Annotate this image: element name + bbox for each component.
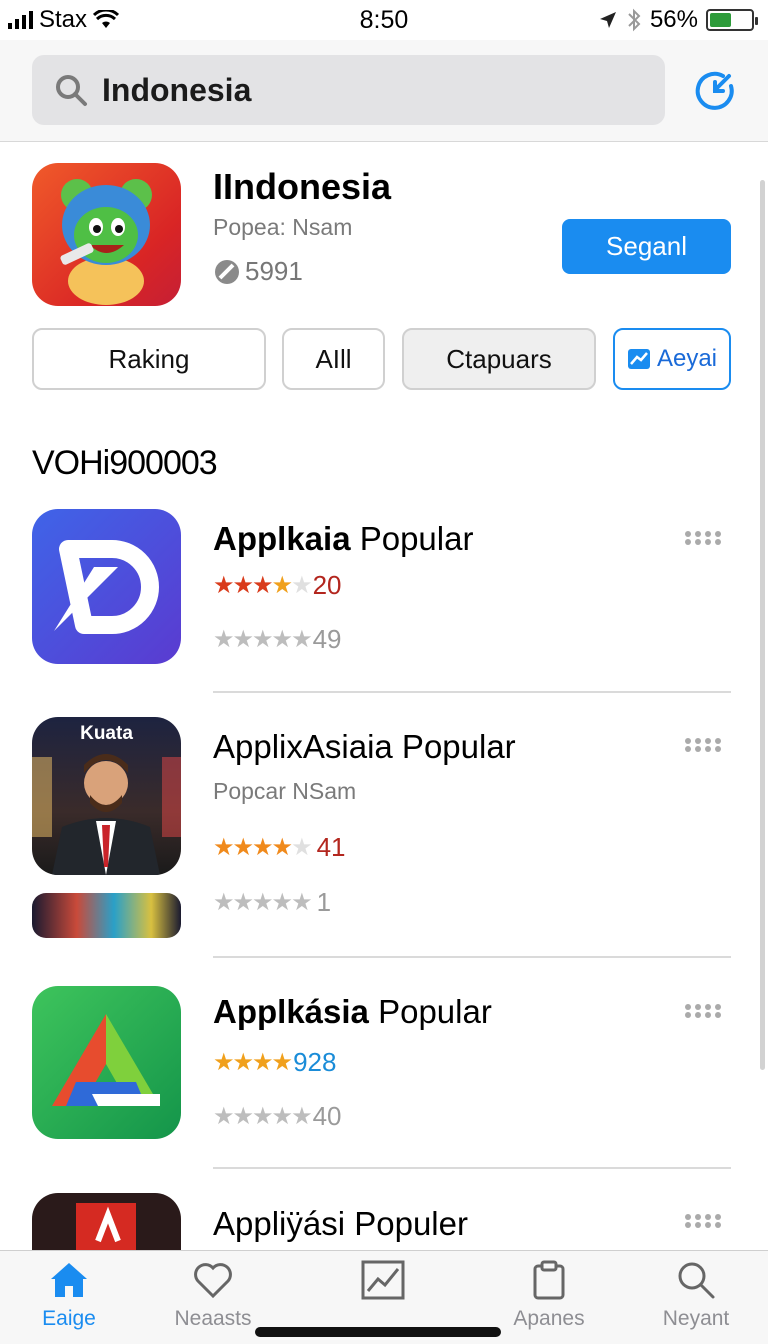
battery-icon — [706, 9, 758, 31]
stars-icon: ★★★★★ — [213, 626, 313, 653]
app-title-2[interactable]: ApplixAsiaia Popular — [213, 728, 516, 766]
section-title: VOHi900003 — [32, 444, 218, 482]
featured-app-icon[interactable] — [32, 163, 181, 306]
rating-value-1: 20 — [312, 570, 342, 600]
row-divider — [213, 691, 731, 693]
rating-value-2: 41 — [316, 832, 346, 862]
app-title-1[interactable]: Applkaia Popular — [213, 520, 473, 558]
search-header: Indonesia — [0, 40, 768, 142]
home-icon — [51, 1263, 87, 1297]
featured-app-subtitle: Popea: Nsam — [213, 214, 353, 240]
app-title-3[interactable]: Applkásia Popular — [213, 993, 492, 1031]
filter-chip-label: Aeyai — [656, 345, 718, 372]
tab-charts[interactable] — [328, 1259, 438, 1307]
featured-count-value: 5991 — [245, 256, 303, 286]
secondary-rating-row-2: ★★★★★ 1 — [213, 887, 331, 918]
search-query: Indonesia — [102, 71, 252, 108]
tab-apps[interactable]: Apanes — [494, 1259, 604, 1331]
app-subtitle-2: Popcar NSam — [213, 778, 357, 804]
heart-icon — [194, 1263, 232, 1299]
bluetooth-icon — [628, 8, 641, 32]
stars-icon: ★★★★★ — [213, 572, 313, 599]
tab-home[interactable]: Eaige — [14, 1259, 124, 1331]
status-right: 56% — [598, 6, 758, 34]
filter-chip-trending[interactable]: Aeyai — [613, 328, 731, 390]
a-logo-icon — [76, 1203, 136, 1250]
rating-row-3: ★★★★ 928 — [213, 1047, 336, 1078]
search-input[interactable]: Indonesia — [32, 55, 665, 125]
trend-icon — [627, 349, 650, 369]
wifi-icon — [93, 10, 120, 28]
status-bar: Stax 8:50 56% — [0, 0, 768, 40]
location-arrow-icon — [599, 12, 616, 28]
tab-label: Neaasts — [174, 1307, 252, 1330]
chart-icon — [361, 1260, 405, 1300]
filter-chip-ranking[interactable]: Raking — [32, 328, 266, 390]
stars-icon: ★★★★★ — [213, 834, 313, 861]
secondary-rating-1: 49 — [312, 624, 342, 654]
signal-icon — [8, 11, 33, 29]
rating-value-3: 928 — [293, 1047, 337, 1077]
carrier-label: Stax — [39, 6, 88, 33]
scrollbar[interactable] — [760, 180, 765, 1070]
secondary-rating-3: 40 — [312, 1101, 342, 1131]
tab-favorites[interactable]: Neaasts — [158, 1259, 268, 1331]
compose-icon[interactable] — [693, 68, 737, 112]
mascot-icon — [60, 179, 152, 305]
filter-chip-all[interactable]: AIll — [282, 328, 385, 390]
search-icon — [678, 1262, 715, 1299]
battery-percent: 56% — [649, 6, 698, 33]
secondary-rating-2: 1 — [316, 887, 332, 917]
tab-label: Eaige — [42, 1307, 96, 1330]
app-icon-2[interactable]: Kuata — [32, 717, 181, 875]
app-screenshot-thumb[interactable] — [32, 893, 181, 938]
secondary-rating-row-3: ★★★★★ 40 — [213, 1101, 342, 1132]
tab-search[interactable]: Neyant — [641, 1259, 751, 1331]
featured-app-title[interactable]: IIndonesia — [213, 166, 391, 208]
rating-row-2: ★★★★★ 41 — [213, 832, 346, 863]
tab-label: Neyant — [662, 1307, 730, 1330]
row-divider — [213, 956, 731, 958]
filter-chip-categories[interactable]: Ctapuars — [402, 328, 596, 390]
status-left: Stax — [8, 6, 120, 34]
featured-app-count: 5991 — [213, 256, 303, 287]
app-title-4[interactable]: Appliÿási Populer — [213, 1205, 468, 1243]
search-icon — [56, 75, 87, 106]
stars-icon: ★★★★ — [213, 1049, 293, 1076]
get-button[interactable]: Seganl — [562, 219, 731, 274]
app-icon-1[interactable] — [32, 509, 181, 664]
more-icon[interactable] — [684, 1003, 724, 1019]
stars-icon: ★★★★★ — [213, 889, 313, 916]
rating-row-1: ★★★★★ 20 — [213, 570, 342, 601]
home-indicator[interactable] — [255, 1327, 501, 1337]
app-icon-4[interactable] — [32, 1193, 181, 1250]
tab-label: Apanes — [513, 1307, 585, 1330]
person-icon — [32, 754, 181, 875]
stars-icon: ★★★★★ — [213, 1103, 313, 1130]
more-icon[interactable] — [684, 737, 724, 753]
d-logo-icon — [54, 540, 159, 634]
secondary-rating-row-1: ★★★★★ 49 — [213, 624, 342, 655]
app-icon-3[interactable] — [32, 986, 181, 1139]
badge-icon — [215, 259, 239, 284]
more-icon[interactable] — [684, 1213, 724, 1229]
a-logo-icon — [52, 1014, 160, 1106]
more-icon[interactable] — [684, 530, 724, 546]
clipboard-icon — [533, 1260, 565, 1300]
row-divider — [213, 1167, 731, 1169]
